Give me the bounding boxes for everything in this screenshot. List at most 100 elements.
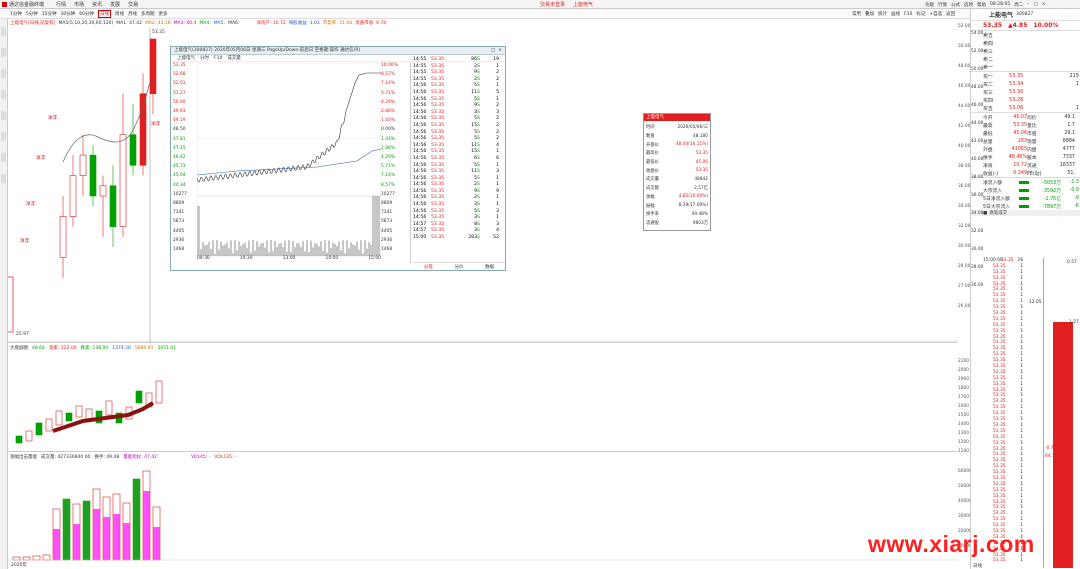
stat-row: 净资 10.72 流通 18337 <box>983 161 1080 169</box>
menu-trade[interactable]: 交易 <box>128 1 138 8</box>
popup-titlebar[interactable]: 上能电气(300827) 2020年05月06日 星期三 PageUp/Down… <box>171 47 505 55</box>
tick-cell: 3 <box>474 215 477 221</box>
period-60min[interactable]: 60分钟 <box>79 11 94 17</box>
period-month[interactable]: 月线 <box>128 11 137 17</box>
bids-row: 买二 53.34 1 <box>983 80 1080 88</box>
tooltip-row: 收盘价 53.35 <box>646 166 708 175</box>
tab-draw[interactable]: 画线 <box>891 11 900 17</box>
tooltip-val: 45.06 <box>695 159 708 165</box>
menu-options[interactable]: 选项 <box>964 2 973 8</box>
menu-function[interactable]: 功能 <box>925 2 934 8</box>
period-multi[interactable]: 多周期 <box>141 11 155 17</box>
time-label-0930: 09:30 <box>197 256 210 261</box>
popup-close-icon[interactable]: × <box>498 47 502 55</box>
popup-left-tick: 7341 <box>173 210 185 216</box>
sidebar-btn-5[interactable] <box>1 111 6 120</box>
stream-list[interactable]: 15:00:00 53.35 28 53.35 1 53.35 1 53.35 1 53.35 1 5… <box>983 258 1023 568</box>
popup-foot-data[interactable]: 数据 <box>485 264 494 270</box>
tick-cell: 53.35 <box>431 89 445 95</box>
rp-tick: 38.00 <box>971 175 984 180</box>
tab-stats[interactable]: 统计 <box>878 11 887 17</box>
tab-mark[interactable]: 标记 <box>916 11 925 17</box>
sidebar-btn-7[interactable] <box>1 153 6 162</box>
asks-label: 卖四 <box>983 40 994 47</box>
quote-name: 上能电气 <box>989 12 1014 19</box>
stat-cell: 46.07 <box>1013 114 1027 120</box>
menu-develop[interactable]: 发展 <box>110 1 120 8</box>
sidebar-btn-1[interactable] <box>1 27 6 36</box>
tick-cell: S <box>477 122 480 128</box>
rp-tick: 52.00 <box>971 49 984 54</box>
tick-row: 14:56 53.35 3 S 1 <box>413 215 505 222</box>
period-1min[interactable]: 1分钟 <box>10 11 22 17</box>
tick-cell: S <box>477 57 480 62</box>
tick-cell: 11 <box>471 169 477 175</box>
tooltip-key: 数值 <box>646 134 655 140</box>
app-title: 通达信金融终端 <box>9 2 45 8</box>
maximize-icon[interactable]: □ <box>1033 2 1037 7</box>
minimize-icon[interactable]: – <box>1027 2 1029 7</box>
stat-cell: 7337 <box>1062 154 1075 160</box>
period-more[interactable]: 更多 <box>158 11 167 17</box>
panel2-candle <box>35 422 43 436</box>
popup-foot-price[interactable]: 分价 <box>454 264 463 270</box>
popup-restore-icon[interactable]: □ <box>491 47 495 55</box>
intraday-popup[interactable]: 上能电气(300827) 2020年05月06日 星期三 PageUp/Down… <box>170 46 506 271</box>
popup-foot-tick[interactable]: 分笔 <box>424 264 433 270</box>
tab-common[interactable]: 常用 <box>852 11 861 17</box>
panel2-candle <box>105 400 113 416</box>
popup-right-tick: 5.71% <box>381 164 395 170</box>
tab-overlay[interactable]: 叠加 <box>865 11 874 17</box>
menu-news[interactable]: 资讯 <box>92 1 102 8</box>
tab-add-favorite[interactable]: +自选 <box>929 11 942 17</box>
period-15min[interactable]: 15分钟 <box>42 11 57 17</box>
signal-2: 净浮 <box>36 154 45 161</box>
panel2-v1: 48.64 <box>32 345 45 351</box>
period-week[interactable]: 周线 <box>115 11 124 17</box>
period-5min[interactable]: 5分钟 <box>26 11 38 17</box>
popup-tab-vol[interactable]: 成交量 <box>227 55 241 61</box>
tick-cell: 9 <box>474 70 477 76</box>
rp-tick: 48.00 <box>971 85 984 90</box>
tooltip-val: 48.00(16.11%) <box>675 142 708 148</box>
close-icon[interactable]: × <box>1042 2 1046 7</box>
tick-cell: 2 <box>496 70 499 76</box>
time-label-1300: 13:00 <box>282 256 296 261</box>
chart-title: 上能电气(日线,前复权) <box>10 21 56 26</box>
sidebar-btn-8[interactable] <box>1 174 6 183</box>
sidebar-btn-6[interactable] <box>1 132 6 141</box>
tick-cell: 15:00 <box>413 235 427 241</box>
menu-help[interactable]: 帮助 <box>977 2 986 8</box>
stat-cell: 51. <box>1067 170 1075 176</box>
menu-quote[interactable]: 行情 <box>56 1 66 8</box>
tooltip-row: 最低价 45.06 <box>646 158 708 167</box>
popup-tab-f10[interactable]: F10 <box>214 56 222 61</box>
menu-formula[interactable]: 公式 <box>951 2 960 8</box>
bids-price: 53.06 <box>1009 105 1024 111</box>
tick-list[interactable]: 14:55 53.35 86 S 19 14:55 53.35 2 S 1 14:55 53.35 9 S… <box>413 57 505 252</box>
popup-left-tick: 50.60 <box>173 99 186 105</box>
tab-f10[interactable]: F10 <box>904 12 912 17</box>
bottom-tab[interactable]: 日线 <box>973 563 982 569</box>
sidebar-btn-4[interactable] <box>1 90 6 99</box>
popup-left-tick: 8809 <box>173 201 185 206</box>
flow-row: 净流入额 -5053万 -1.3 <box>983 178 1080 186</box>
sidebar-btn-3[interactable] <box>1 69 6 78</box>
high-price-label: 53.35 <box>152 29 165 35</box>
period-day[interactable]: 日线 <box>97 10 111 18</box>
menu-quote2[interactable]: 行情 <box>938 2 947 8</box>
period-30min[interactable]: 30分钟 <box>60 11 75 17</box>
x-axis-year: 2020年 <box>11 563 27 568</box>
stat-cell: 283 <box>1017 138 1027 144</box>
tooltip-val: 48.180 <box>692 133 708 139</box>
popup-right-tick: 5873 <box>381 219 393 225</box>
quote-code: 300827 <box>1016 12 1034 17</box>
tick-row: 14:55 53.35 2 S 2 <box>413 77 505 84</box>
y-tick: 28.00 <box>958 264 971 269</box>
tab-return[interactable]: 返回 <box>946 11 955 17</box>
tick-cell: S <box>477 202 480 208</box>
sidebar-btn-2[interactable] <box>1 48 6 57</box>
menu-market[interactable]: 市场 <box>74 1 84 8</box>
popup-tab-minute[interactable]: 分时 <box>200 55 209 61</box>
bids-price: 53.30 <box>1009 89 1024 95</box>
